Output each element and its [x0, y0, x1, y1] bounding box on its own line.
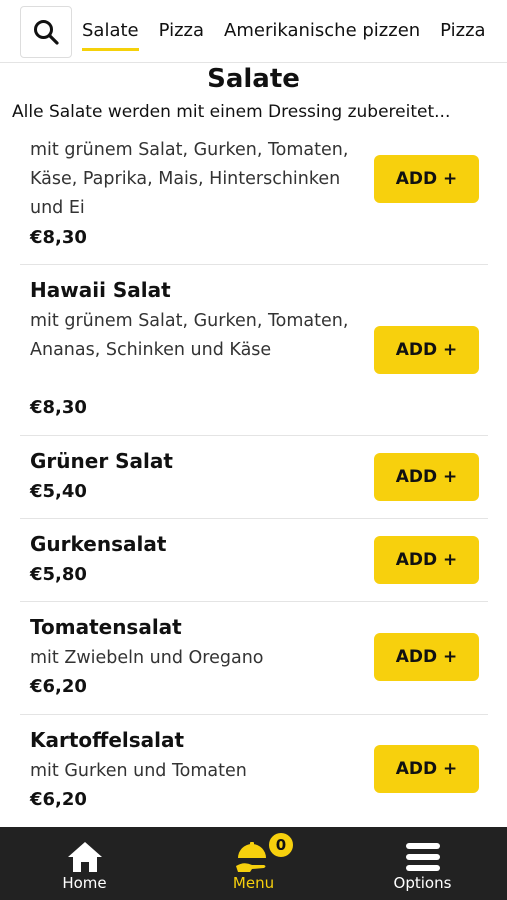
- top-bar: Salate Pizza Amerikanische pizzen Pizza: [0, 0, 507, 63]
- nav-options-label: Options: [393, 874, 452, 892]
- nav-options[interactable]: Options: [338, 827, 507, 900]
- item-description: mit Gurken und Tomaten: [30, 761, 247, 781]
- home-icon: [67, 842, 102, 872]
- search-icon: [34, 20, 59, 45]
- item-price: €5,80: [30, 564, 87, 585]
- add-button[interactable]: ADD +: [374, 536, 479, 584]
- item-description: mit grünem Salat, Gurken, Tomaten, Anana…: [30, 311, 349, 360]
- item-name: Grüner Salat: [30, 449, 173, 473]
- hamburger-icon: [405, 843, 440, 871]
- item-description: mit grünem Salat, Gurken, Tomaten, Käse,…: [30, 140, 349, 218]
- item-price: €5,40: [30, 481, 87, 502]
- item-description: mit Zwiebeln und Oregano: [30, 648, 264, 668]
- item-name: Kartoffelsalat: [30, 728, 185, 752]
- add-button[interactable]: ADD +: [374, 745, 479, 793]
- list-item: Tomatensalat mit Zwiebeln und Oregano €6…: [20, 602, 488, 715]
- item-name: Hawaii Salat: [30, 278, 171, 302]
- nav-menu-label: Menu: [232, 874, 275, 892]
- item-name: Gurkensalat: [30, 532, 167, 556]
- list-item: Grüner Salat €5,40 ADD +: [20, 436, 488, 519]
- tab-pizza[interactable]: Pizza: [159, 20, 204, 43]
- add-button[interactable]: ADD +: [374, 633, 479, 681]
- item-price: €6,20: [30, 789, 87, 810]
- search-button[interactable]: [20, 6, 72, 58]
- add-button[interactable]: ADD +: [374, 155, 479, 203]
- list-item: mit grünem Salat, Gurken, Tomaten, Käse,…: [20, 130, 488, 265]
- item-name: Tomatensalat: [30, 615, 182, 639]
- tab-salate[interactable]: Salate: [82, 20, 139, 51]
- nav-home-label: Home: [62, 874, 107, 892]
- category-title: Salate: [207, 64, 300, 94]
- list-item: Gurkensalat €5,80 ADD +: [20, 519, 488, 602]
- cart-count-badge: 0: [267, 831, 295, 859]
- item-price: €8,30: [30, 397, 87, 418]
- bottom-nav: Home 0 Menu Options: [0, 827, 507, 900]
- nav-menu[interactable]: 0 Menu: [169, 827, 338, 900]
- tab-pizza-2[interactable]: Pizza: [440, 20, 485, 43]
- category-description: Alle Salate werden mit einem Dressing zu…: [12, 102, 451, 122]
- list-item: Hawaii Salat mit grünem Salat, Gurken, T…: [20, 265, 488, 436]
- tab-amerikanische-pizzen[interactable]: Amerikanische pizzen: [224, 20, 420, 43]
- nav-home[interactable]: Home: [0, 827, 169, 900]
- add-button[interactable]: ADD +: [374, 453, 479, 501]
- list-item: Kartoffelsalat mit Gurken und Tomaten €6…: [20, 715, 488, 827]
- category-tabs: Salate Pizza Amerikanische pizzen Pizza: [82, 0, 506, 62]
- item-price: €8,30: [30, 227, 87, 248]
- item-price: €6,20: [30, 676, 87, 697]
- add-button[interactable]: ADD +: [374, 326, 479, 374]
